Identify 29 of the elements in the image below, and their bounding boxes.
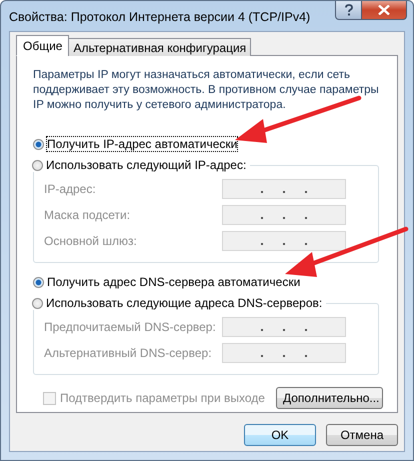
radio-button[interactable] xyxy=(33,276,44,288)
radio-option[interactable]: Использовать следующий IP-адрес: xyxy=(32,158,250,172)
radio-button[interactable] xyxy=(32,160,43,170)
radio-button[interactable] xyxy=(33,138,44,150)
close-button[interactable] xyxy=(362,1,407,20)
field-label: Основной шлюз: xyxy=(44,234,137,248)
ip-address-field[interactable] xyxy=(222,317,346,337)
window-title: Свойства: Протокол Интернета версии 4 (TCP/IPv4) xyxy=(9,10,310,24)
ip-address-field[interactable] xyxy=(222,231,346,251)
close-icon xyxy=(378,5,390,15)
ip-address-field[interactable] xyxy=(222,179,346,199)
dialog-button[interactable]: Отмена xyxy=(326,424,398,446)
field-label: Предпочитаемый DNS-сервер: xyxy=(44,320,216,334)
tab[interactable]: Альтернативная конфигурация xyxy=(68,38,252,56)
dialog-button[interactable]: OK xyxy=(244,424,316,446)
help-button[interactable] xyxy=(335,1,362,20)
ip-address-field[interactable] xyxy=(222,343,346,363)
field-label: IP-адрес: xyxy=(44,182,96,196)
radio-button[interactable] xyxy=(32,298,43,308)
radio-option[interactable]: Получить адрес DNS-сервера автоматически xyxy=(33,275,300,289)
radio-option[interactable]: Получить IP-адрес автоматически xyxy=(33,137,238,151)
help-icon xyxy=(344,4,354,16)
field-label: Маска подсети: xyxy=(44,208,130,222)
description-text: Параметры IP могут назначаться автоматически, если сеть поддерживает эту возможность. В противном случае параметры IP можно получить у сетевого администратора. xyxy=(33,68,380,113)
ip-address-field[interactable] xyxy=(222,205,346,225)
radio-option[interactable]: Использовать следующие адреса DNS-серверов: xyxy=(32,296,326,310)
advanced-button[interactable]: Дополнительно... xyxy=(276,387,383,409)
field-label: Альтернативный DNS-сервер: xyxy=(44,346,212,360)
tab[interactable]: Общие xyxy=(16,35,70,56)
